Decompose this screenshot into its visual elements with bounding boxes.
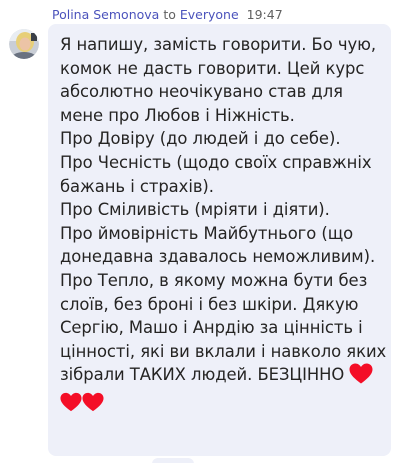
- message-line: мене про Любов і Ніжність.: [60, 105, 295, 125]
- message-line: комок не дасть говорити. Цей курс: [60, 58, 365, 78]
- message-line: Про Чесність (щодо своїх справжніх: [60, 152, 372, 172]
- red-heart-icon: [82, 392, 104, 419]
- chat-message: Polina Semonova to Everyone 19:47 Я напи…: [0, 0, 409, 463]
- message-line: абсолютно неочікувано став для: [60, 82, 343, 102]
- avatar[interactable]: [9, 29, 39, 59]
- message-line: Я напишу, замість говорити. Бо чую,: [60, 35, 377, 54]
- message-line: донедавна здавалось неможливим).: [60, 247, 376, 267]
- message-line-last: зібрали ТАКИХ людей. БЕЗЦІННО: [60, 363, 382, 391]
- message-line: Про Довіру (до людей і до себе).: [60, 129, 341, 149]
- message-bubble[interactable]: Я напишу, замість говорити. Бо чую, комо…: [48, 24, 391, 456]
- recipient-name: Everyone: [179, 7, 239, 22]
- message-line: Про Сміливість (мріяти і діяти).: [60, 200, 330, 220]
- avatar-photo: [9, 29, 39, 59]
- message-line: Сергію, Машо і Анрдію за цінність і: [60, 318, 363, 338]
- message-header: Polina Semonova to Everyone 19:47: [52, 7, 283, 23]
- next-message-edge: [152, 458, 194, 463]
- message-timestamp: 19:47: [246, 7, 283, 22]
- message-line: Про ймовірність Майбутнього (що: [60, 223, 354, 243]
- message-line: слоїв, без броні і без шкіри. Дякую: [60, 294, 359, 314]
- message-line: Про Тепло, в якому можна бути без: [60, 270, 368, 290]
- message-line-text: зібрали ТАКИХ людей. БЕЗЦІННО: [60, 365, 345, 385]
- message-line-hearts: [60, 391, 382, 419]
- message-line: бажань і страхів).: [60, 176, 214, 196]
- message-body: Я напишу, замість говорити. Бо чую, комо…: [60, 33, 387, 419]
- red-heart-icon: [60, 392, 82, 419]
- message-line: цінності, які ви вклали і навколо яких: [60, 341, 387, 361]
- sender-name[interactable]: Polina Semonova: [52, 7, 159, 22]
- to-label: to: [163, 7, 176, 22]
- red-heart-icon: [349, 363, 373, 391]
